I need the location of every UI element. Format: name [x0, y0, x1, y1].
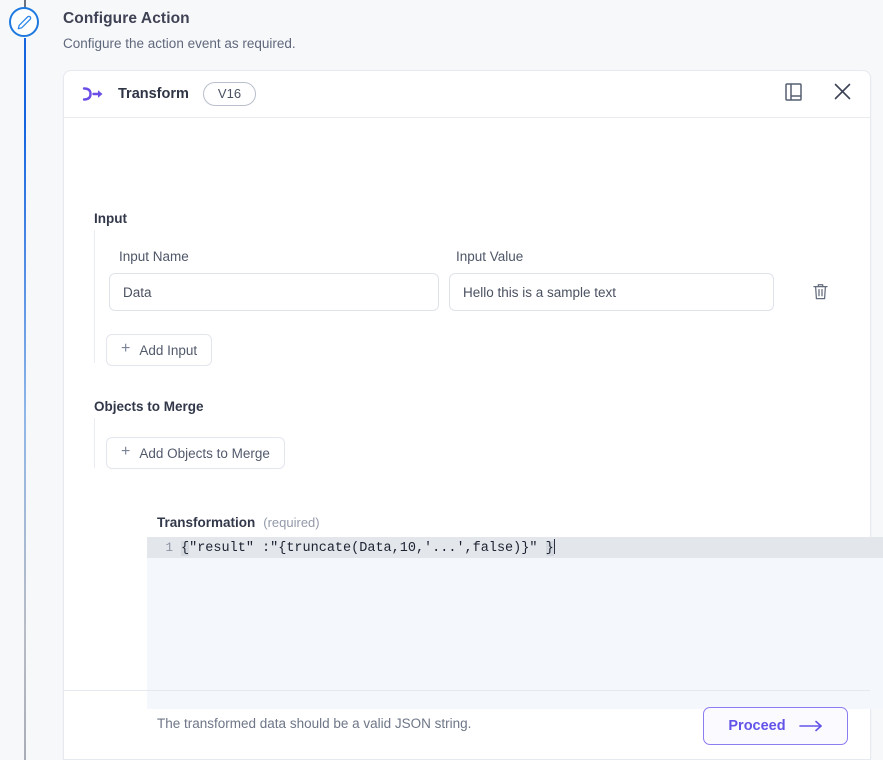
page-header: Configure Action Configure the action ev…: [63, 10, 763, 51]
card-footer: Proceed: [64, 690, 870, 759]
transform-icon: [82, 86, 104, 102]
plus-icon: +: [121, 340, 131, 357]
add-input-button[interactable]: + Add Input: [106, 334, 213, 366]
notes-panel-button[interactable]: [782, 82, 804, 106]
transformation-code-editor[interactable]: 1 {"result" :"{truncate(Data,10,'...',fa…: [147, 537, 883, 709]
text-caret: [553, 539, 555, 554]
card-header: Transform V16: [64, 71, 870, 118]
trash-icon: [812, 283, 828, 305]
stepper-node-configure[interactable]: [9, 7, 39, 37]
proceed-label: Proceed: [728, 718, 786, 734]
input-section-heading: Input: [94, 211, 127, 226]
editor-line-1: 1 {"result" :"{truncate(Data,10,'...',fa…: [147, 537, 555, 558]
input-section-indent-guide: [94, 230, 95, 363]
card-title: Transform: [118, 86, 189, 102]
proceed-button[interactable]: Proceed: [703, 707, 848, 745]
editor-line-number: 1: [165, 540, 173, 555]
close-icon: [834, 83, 851, 105]
transformation-label-group: Transformation (required): [157, 515, 320, 530]
card-header-actions: [782, 82, 853, 106]
input-name-field[interactable]: [109, 273, 439, 311]
input-name-label: Input Name: [119, 249, 189, 264]
input-value-field[interactable]: [449, 273, 774, 311]
add-objects-to-merge-label: Add Objects to Merge: [139, 445, 270, 461]
delete-input-button[interactable]: [809, 283, 831, 305]
stepper-line: [24, 38, 26, 760]
transformation-label: Transformation: [157, 515, 256, 530]
merge-section-indent-guide: [94, 418, 95, 468]
transformation-required-hint: (required): [263, 515, 320, 530]
arrow-right-icon: [798, 720, 823, 732]
close-button[interactable]: [831, 83, 853, 105]
code-body: "result" :"{truncate(Data,10,'...',false…: [189, 541, 546, 556]
merge-section-heading: Objects to Merge: [94, 399, 204, 414]
page-subtitle: Configure the action event as required.: [63, 36, 296, 51]
stepper-rail: [0, 0, 48, 760]
configure-action-card: Transform V16 Input Input Name Data Inpu…: [63, 70, 883, 760]
add-input-label: Add Input: [139, 342, 198, 358]
pencil-edit-icon: [17, 15, 32, 30]
page-title: Configure Action: [63, 10, 190, 27]
card-header-left: Transform V16: [82, 82, 782, 106]
version-badge: V16: [202, 82, 257, 106]
editor-code-text[interactable]: {"result" :"{truncate(Data,10,'...',fals…: [181, 539, 555, 556]
code-close-brace: }: [545, 541, 554, 556]
notes-panel-icon: [784, 82, 802, 106]
plus-icon: +: [121, 443, 131, 460]
input-value-label: Input Value: [456, 249, 524, 264]
add-objects-to-merge-button[interactable]: + Add Objects to Merge: [106, 437, 285, 469]
code-open-brace: {: [181, 541, 190, 556]
